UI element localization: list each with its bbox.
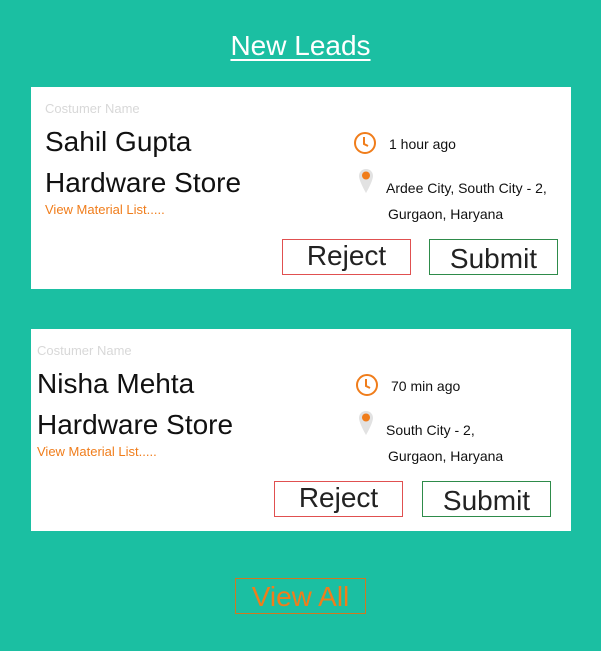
- submit-button[interactable]: Submit: [429, 239, 558, 275]
- store-name-line: Hardware Store: [45, 167, 242, 198]
- lead-time: 1 hour ago: [389, 136, 456, 152]
- clock-icon: [354, 132, 376, 154]
- reject-button[interactable]: Reject: [274, 481, 403, 517]
- customer-name-line: Sahil Gupta: [45, 126, 192, 157]
- view-material-list-link[interactable]: View Material List.....: [45, 202, 165, 217]
- location-pin-icon: [359, 169, 373, 193]
- customer-name-label: Costumer Name: [37, 343, 132, 358]
- view-material-list-link[interactable]: View Material List.....: [37, 444, 157, 459]
- lead-time: 70 min ago: [391, 378, 461, 394]
- reject-button[interactable]: Reject: [282, 239, 411, 275]
- lead-card: Costumer Name Sahil Gupta Hardware Store…: [31, 87, 571, 289]
- address-line-1: South City - 2,: [386, 422, 475, 438]
- customer-name-label: Costumer Name: [45, 101, 140, 116]
- clock-icon: [356, 374, 378, 396]
- customer-name-line: Nisha Mehta: [37, 368, 195, 399]
- customer-name: Sahil Gupta Hardware Store: [45, 121, 241, 203]
- lead-address: Ardee City, South City - 2, Gurgaon, Har…: [386, 175, 547, 227]
- address-line-2: Gurgaon, Haryana: [388, 206, 504, 222]
- view-all-button[interactable]: View All: [235, 578, 366, 614]
- submit-button[interactable]: Submit: [422, 481, 551, 517]
- lead-card: Costumer Name Nisha Mehta Hardware Store…: [31, 329, 571, 531]
- lead-address: South City - 2, Gurgaon, Haryana: [386, 417, 503, 469]
- customer-name: Nisha Mehta Hardware Store: [37, 363, 233, 445]
- address-line-1: Ardee City, South City - 2,: [386, 180, 547, 196]
- page-title: New Leads: [230, 30, 371, 61]
- store-name-line: Hardware Store: [37, 409, 234, 440]
- address-line-2: Gurgaon, Haryana: [388, 448, 504, 464]
- location-pin-icon: [359, 411, 373, 435]
